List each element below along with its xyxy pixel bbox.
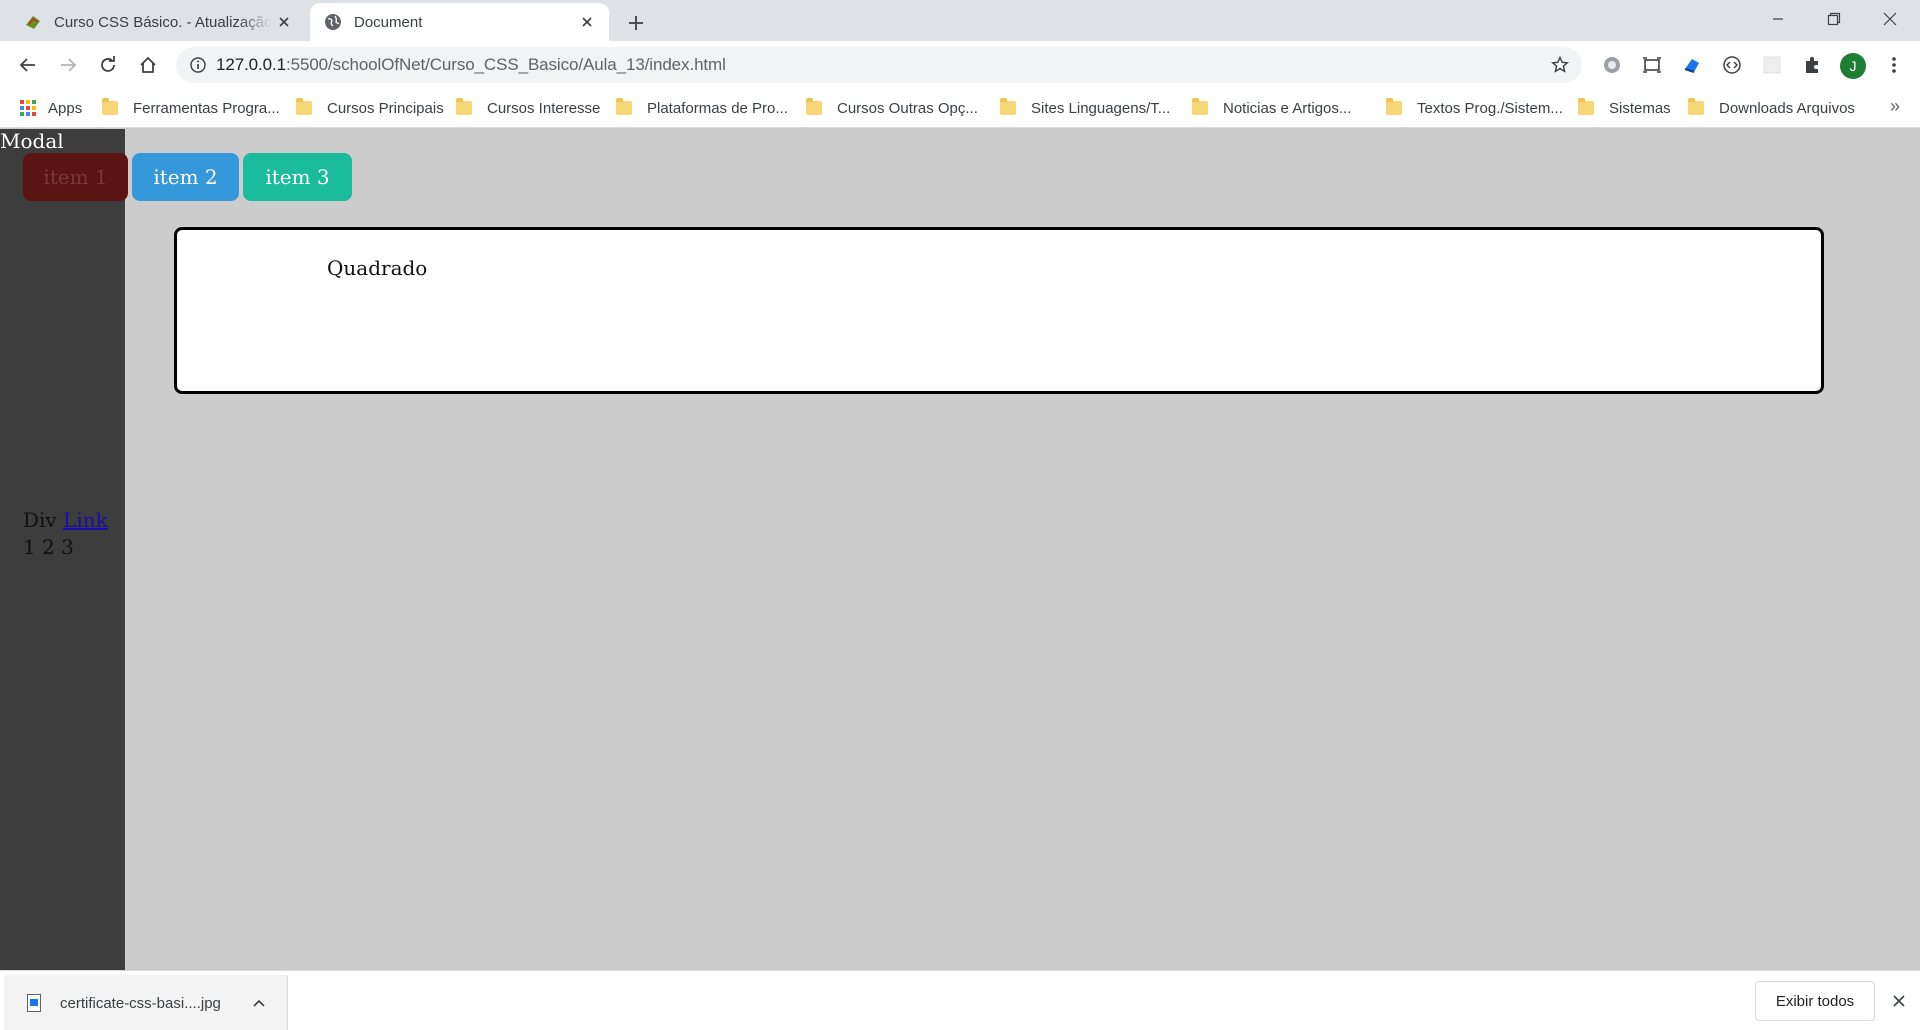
menu-item-3[interactable]: item 3 <box>243 153 352 201</box>
close-shelf-icon[interactable] <box>1886 988 1912 1014</box>
extension-placeholder-icon[interactable] <box>1758 51 1786 79</box>
download-filename: certificate-css-basi....jpg <box>60 994 221 1012</box>
minimize-icon <box>1773 18 1783 20</box>
url-host: 127.0.0.1 <box>216 55 286 74</box>
site-info-icon[interactable] <box>180 47 216 83</box>
bookmark-folder[interactable]: Noticias e Artigos... <box>1192 96 1351 120</box>
url-text: 127.0.0.1:5500/schoolOfNet/Curso_CSS_Bas… <box>216 55 726 75</box>
page-link[interactable]: Link <box>63 508 108 532</box>
restore-button[interactable] <box>1806 0 1862 38</box>
extension-screenshot-icon[interactable] <box>1638 51 1666 79</box>
folder-icon <box>1578 98 1594 115</box>
menu-item-1[interactable]: item 1 <box>23 153 128 201</box>
bookmarks-overflow-button[interactable]: » <box>1890 96 1900 117</box>
page-viewport: Modal item 1 item 2 item 3 Quadrado Div … <box>0 129 1920 970</box>
bookmark-label: Sistemas <box>1609 99 1671 117</box>
bookmark-label: Downloads Arquivos <box>1719 99 1855 117</box>
bookmark-folder[interactable]: Downloads Arquivos <box>1688 96 1855 120</box>
apps-grid-icon <box>20 100 36 116</box>
div-block: Div Link <box>23 507 108 533</box>
numbers-text: 1 2 3 <box>23 535 74 559</box>
bookmark-star-icon[interactable] <box>1546 51 1574 79</box>
menu-kebab-icon[interactable] <box>1880 51 1908 79</box>
close-tab-icon[interactable] <box>575 10 599 34</box>
back-arrow-icon <box>19 58 35 72</box>
tab-curso-css[interactable]: Curso CSS Básico. - Atualização 2 <box>10 3 306 41</box>
reload-icon <box>101 56 115 72</box>
image-file-icon <box>26 994 42 1012</box>
reload-button[interactable] <box>92 49 124 81</box>
bookmark-folder[interactable]: Ferramentas Progra... <box>102 96 280 120</box>
close-icon <box>1883 12 1897 26</box>
extension-code-icon[interactable] <box>1718 51 1746 79</box>
bookmark-folder[interactable]: Plataformas de Pro... <box>616 96 788 120</box>
bookmark-label: Ferramentas Progra... <box>133 99 280 117</box>
bookmark-apps[interactable]: Apps <box>20 96 82 120</box>
bookmark-label: Apps <box>48 99 83 117</box>
bookmark-folder[interactable]: Textos Prog./Sistem... <box>1386 96 1563 120</box>
plus-icon <box>629 16 643 30</box>
bookmark-label: Cursos Interesse <box>487 99 601 117</box>
globe-icon <box>324 13 342 31</box>
tab-title: Curso CSS Básico. - Atualização 2 <box>54 13 272 31</box>
bookmark-label: Cursos Outras Opç... <box>837 99 978 117</box>
bookmark-folder[interactable]: Sistemas <box>1578 96 1671 120</box>
chevron-up-icon[interactable] <box>245 989 273 1017</box>
bookmark-folder[interactable]: Cursos Principais <box>296 96 444 120</box>
bookmark-label: Noticias e Artigos... <box>1223 99 1352 117</box>
restore-icon <box>1827 12 1841 26</box>
folder-icon <box>616 98 632 115</box>
bookmarks-bar: Apps Ferramentas Progra... Cursos Princi… <box>0 88 1920 128</box>
tab-document[interactable]: Document <box>310 3 609 41</box>
bookmark-folder[interactable]: Sites Linguagens/T... <box>1000 96 1170 120</box>
folder-icon <box>456 98 472 115</box>
bookmark-label: Cursos Principais <box>327 99 444 117</box>
modal-label: Modal <box>0 129 64 153</box>
folder-icon <box>1688 98 1704 115</box>
bookmark-folder[interactable]: Cursos Interesse <box>456 96 600 120</box>
address-bar[interactable]: 127.0.0.1:5500/schoolOfNet/Curso_CSS_Bas… <box>176 47 1582 83</box>
close-window-button[interactable] <box>1862 0 1918 38</box>
folder-icon <box>296 98 312 115</box>
div-text: Div <box>23 508 57 532</box>
profile-initial: J <box>1849 58 1857 74</box>
browser-toolbar: 127.0.0.1:5500/schoolOfNet/Curso_CSS_Bas… <box>0 41 1920 88</box>
profile-avatar[interactable]: J <box>1840 53 1866 79</box>
bookmark-folder[interactable]: Cursos Outras Opç... <box>806 96 978 120</box>
forward-button[interactable] <box>52 49 84 81</box>
folder-icon <box>1192 98 1208 115</box>
download-item[interactable]: certificate-css-basi....jpg <box>4 975 288 1030</box>
home-button[interactable] <box>132 49 164 81</box>
new-tab-button[interactable] <box>622 9 650 37</box>
tab-strip: Curso CSS Básico. - Atualização 2 Docume… <box>0 0 1920 41</box>
home-icon <box>140 56 156 73</box>
download-shelf: certificate-css-basi....jpg Exibir todos <box>0 970 1920 1030</box>
tab-title: Document <box>354 13 423 31</box>
schoolofnet-icon <box>24 13 42 31</box>
menu-item-2[interactable]: item 2 <box>132 153 239 201</box>
folder-icon <box>102 98 118 115</box>
minimize-button[interactable] <box>1750 0 1806 38</box>
folder-icon <box>806 98 822 115</box>
extension-blue-icon[interactable] <box>1678 51 1706 79</box>
folder-icon <box>1000 98 1016 115</box>
close-tab-icon[interactable] <box>272 10 296 34</box>
extensions-puzzle-icon[interactable] <box>1798 51 1826 79</box>
url-path: :5500/schoolOfNet/Curso_CSS_Basico/Aula_… <box>286 55 726 74</box>
bookmark-label: Plataformas de Pro... <box>647 99 788 117</box>
back-button[interactable] <box>12 49 44 81</box>
folder-icon <box>1386 98 1402 115</box>
bookmark-label: Textos Prog./Sistem... <box>1417 99 1563 117</box>
show-all-downloads-button[interactable]: Exibir todos <box>1755 981 1875 1021</box>
square-text: Quadrado <box>327 256 428 280</box>
bookmark-label: Sites Linguagens/T... <box>1031 99 1171 117</box>
extension-gear-icon[interactable] <box>1598 51 1626 79</box>
square-box: Quadrado <box>174 227 1824 394</box>
forward-arrow-icon <box>61 58 77 72</box>
